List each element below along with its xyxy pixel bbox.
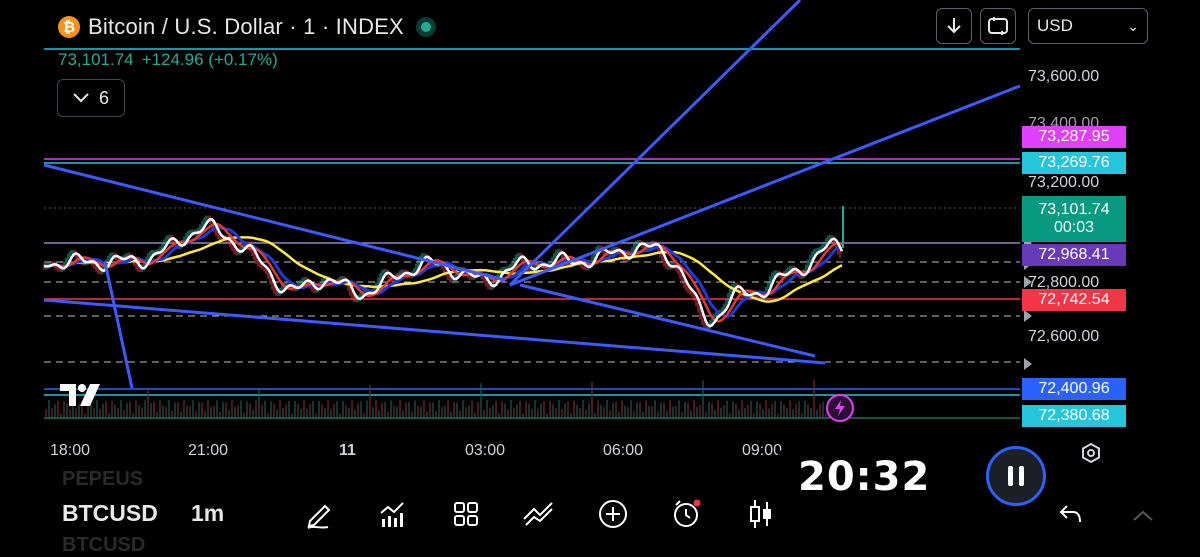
candlestick-icon <box>750 500 771 528</box>
arrow-down-icon <box>947 18 961 34</box>
last-price-badge-value: 73,101.74 <box>1038 201 1110 218</box>
time-label-day-11: 11 <box>339 442 356 459</box>
bar-countdown: 00:03 <box>1053 219 1095 236</box>
chart-type-button[interactable] <box>744 497 778 531</box>
chevron-down-icon <box>73 93 89 103</box>
trendline <box>509 84 1021 287</box>
price-badge-cyan-lower: 72,380.68 <box>1022 405 1126 427</box>
price-badge-ma-blue: 72,968.41 <box>1022 244 1126 266</box>
alerts-button[interactable] <box>669 497 703 531</box>
tradingview-logo-icon <box>60 384 100 406</box>
trendline <box>103 261 134 389</box>
axis-arrow-marker <box>1024 310 1032 322</box>
more-button[interactable] <box>1126 500 1160 534</box>
price-label-73600: 73,600.00 <box>1028 68 1100 85</box>
market-status-icon <box>415 17 436 37</box>
undo-icon <box>1059 505 1081 523</box>
time-label-1800: 18:00 <box>50 442 91 459</box>
symbol-button[interactable]: BTCUSD <box>62 500 158 527</box>
alarm-icon <box>674 499 701 527</box>
axis-arrow-marker <box>1024 358 1032 370</box>
undo-button[interactable] <box>1054 497 1088 531</box>
price-change: +124.96 (+0.17%) <box>141 50 278 69</box>
price-badge-ma-red: 72,742.54 <box>1022 289 1126 311</box>
indicator-count: 6 <box>98 87 109 108</box>
lightning-icon <box>835 400 845 416</box>
chevron-down-icon: ⌄ <box>1127 17 1139 34</box>
pause-icon <box>1008 466 1013 486</box>
indicator-icon <box>523 502 553 526</box>
price-badge-blue-line: 72,400.96 <box>1022 378 1126 400</box>
currency-value: USD <box>1037 16 1073 35</box>
trendline <box>519 283 816 358</box>
currency-select[interactable]: USD ⌄ <box>1028 8 1148 44</box>
compare-button[interactable] <box>375 497 409 531</box>
fullscreen-icon <box>988 17 1008 35</box>
time-label-0600: 06:00 <box>603 442 644 459</box>
drawing-tools-button[interactable] <box>302 497 336 531</box>
symbol-title: Bitcoin / U.S. Dollar · 1 · INDEX <box>88 14 404 39</box>
layouts-button[interactable] <box>449 497 483 531</box>
symbol-list-prev: PEPEUS <box>62 468 144 490</box>
download-button[interactable] <box>936 8 972 44</box>
indicators-button[interactable] <box>522 497 556 531</box>
price-label-73200: 73,200.00 <box>1028 174 1100 191</box>
quote-row: 73,101.74 +124.96 (+0.17%) <box>58 50 278 70</box>
symbol-title-row[interactable]: ₿ Bitcoin / U.S. Dollar · 1 · INDEX <box>58 12 436 42</box>
chart-add-icon <box>380 502 404 527</box>
indicators-toggle-button[interactable]: 6 <box>57 79 125 117</box>
trendline <box>508 0 802 287</box>
alert-lightning-button[interactable] <box>826 394 854 422</box>
ma-red-line <box>43 222 843 323</box>
time-label-0300: 03:00 <box>465 442 506 459</box>
chevron-icon <box>1133 510 1153 521</box>
interval-button[interactable]: 1m <box>191 500 224 527</box>
plus-circle-icon <box>599 500 627 528</box>
price-badge-magenta-line: 73,287.95 <box>1022 126 1126 148</box>
last-price-badge: 73,101.74 00:03 <box>1022 196 1126 242</box>
hexagon-settings-icon <box>1082 442 1100 464</box>
settings-button[interactable] <box>1074 436 1108 470</box>
price-badge-cyan-line: 73,269.76 <box>1022 152 1126 174</box>
time-label-2100: 21:00 <box>188 442 229 459</box>
volume-bars <box>45 380 842 418</box>
recorder-time: 20:32 <box>798 454 931 500</box>
add-button[interactable] <box>596 497 630 531</box>
grid-icon <box>454 502 478 526</box>
pencil-icon <box>307 504 331 529</box>
bitcoin-logo-icon: ₿ <box>58 16 80 38</box>
price-label-72600: 72,600.00 <box>1028 328 1100 345</box>
last-price: 73,101.74 <box>58 50 134 69</box>
fullscreen-button[interactable] <box>980 8 1016 44</box>
recorder-pause-button[interactable] <box>986 446 1046 506</box>
